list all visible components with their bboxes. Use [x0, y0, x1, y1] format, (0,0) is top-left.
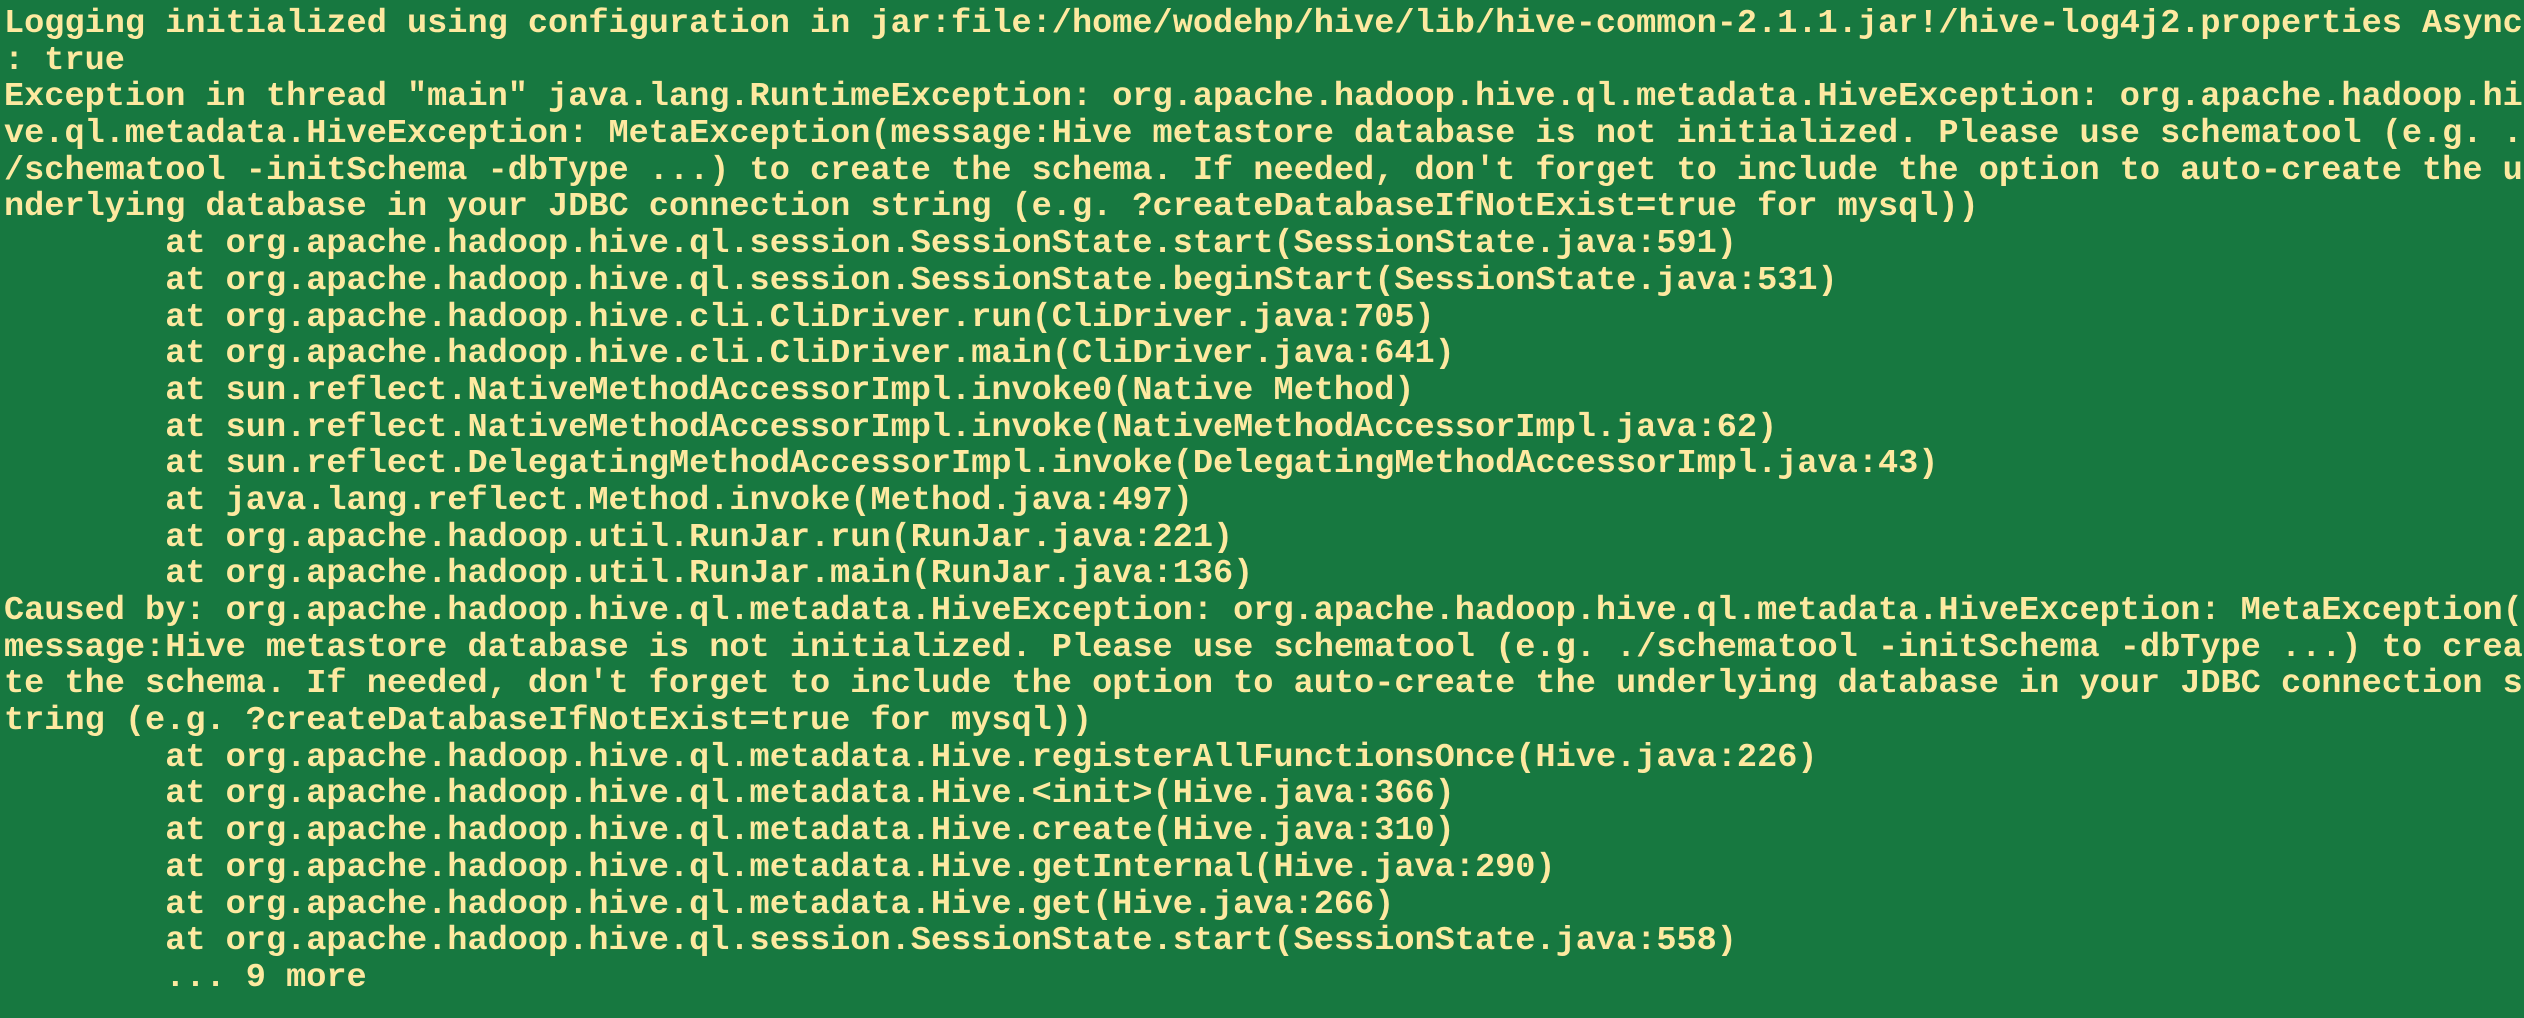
terminal-line: ... 9 more	[4, 958, 367, 997]
terminal-line: te the schema. If needed, don't forget t…	[4, 665, 2523, 704]
terminal-line: at org.apache.hadoop.hive.cli.CliDriver.…	[4, 298, 1435, 337]
terminal-line: ve.ql.metadata.HiveException: MetaExcept…	[4, 115, 2523, 154]
terminal-line: at org.apache.hadoop.util.RunJar.run(Run…	[4, 518, 1234, 557]
terminal-line: Exception in thread "main" java.lang.Run…	[4, 78, 2523, 117]
terminal-line: at org.apache.hadoop.hive.ql.metadata.Hi…	[4, 812, 1455, 851]
terminal-line: at sun.reflect.NativeMethodAccessorImpl.…	[4, 408, 1778, 447]
terminal-line: at sun.reflect.NativeMethodAccessorImpl.…	[4, 371, 1415, 410]
terminal-line: Logging initialized using configuration …	[4, 5, 2523, 43]
terminal-line: at java.lang.reflect.Method.invoke(Metho…	[4, 481, 1193, 520]
terminal-line: at org.apache.hadoop.util.RunJar.main(Ru…	[4, 555, 1254, 594]
terminal-line: at org.apache.hadoop.hive.ql.session.Ses…	[4, 261, 1838, 300]
terminal-output[interactable]: Logging initialized using configuration …	[0, 0, 2524, 1018]
terminal-line: at org.apache.hadoop.hive.ql.metadata.Hi…	[4, 848, 1556, 887]
terminal-line: at org.apache.hadoop.hive.ql.session.Ses…	[4, 225, 1737, 264]
terminal-line: at org.apache.hadoop.hive.ql.metadata.Hi…	[4, 885, 1395, 924]
terminal-line: /schematool -initSchema -dbType ...) to …	[4, 151, 2523, 190]
terminal-line: at org.apache.hadoop.hive.ql.session.Ses…	[4, 922, 1737, 961]
terminal-line: message:Hive metastore database is not i…	[4, 628, 2523, 667]
terminal-line: Caused by: org.apache.hadoop.hive.ql.met…	[4, 592, 2523, 630]
terminal-line: at org.apache.hadoop.hive.cli.CliDriver.…	[4, 335, 1455, 374]
terminal-line: tring (e.g. ?createDatabaseIfNotExist=tr…	[4, 702, 1093, 741]
terminal-line: nderlying database in your JDBC connecti…	[4, 188, 1979, 227]
terminal-line: : true	[4, 41, 125, 80]
terminal-line: at org.apache.hadoop.hive.ql.metadata.Hi…	[4, 738, 1818, 777]
terminal-line: at sun.reflect.DelegatingMethodAccessorI…	[4, 445, 1939, 484]
terminal-line: at org.apache.hadoop.hive.ql.metadata.Hi…	[4, 775, 1455, 814]
